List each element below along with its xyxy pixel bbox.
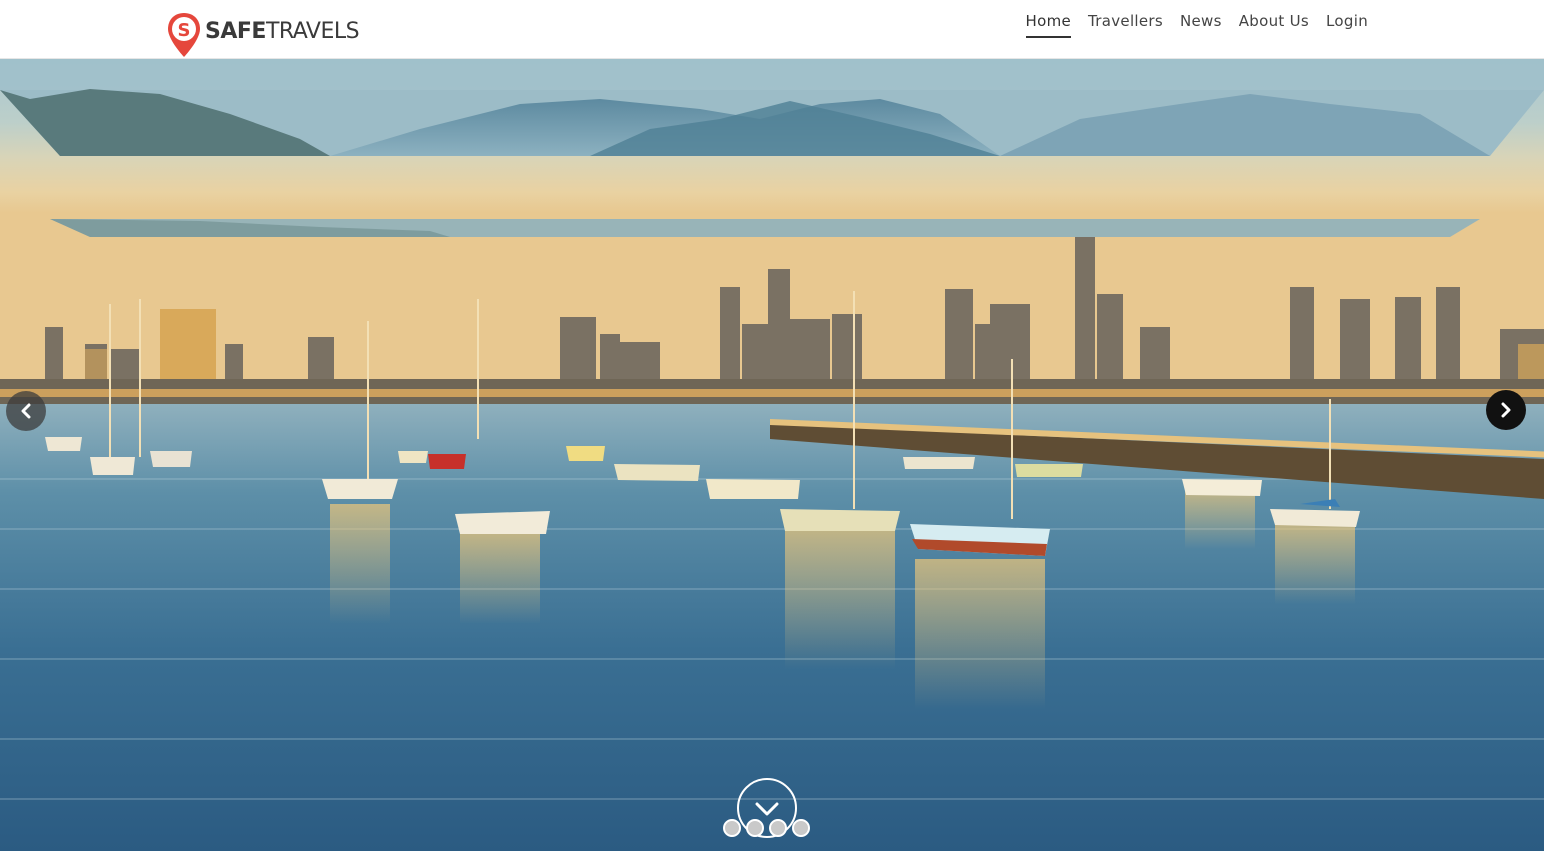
- location-pin-icon: S: [168, 13, 200, 57]
- nav-travellers[interactable]: Travellers: [1088, 12, 1163, 38]
- hero-harbour-image: [0, 59, 1544, 851]
- nav-about-us[interactable]: About Us: [1239, 12, 1309, 38]
- chevron-left-icon: [21, 403, 31, 419]
- logo-word-travels: TRAVELS: [265, 19, 360, 44]
- main-nav: Home Travellers News About Us Login: [1009, 12, 1368, 38]
- chevron-right-icon: [1501, 402, 1511, 418]
- chevron-down-icon: [755, 802, 779, 816]
- carousel-dot-1[interactable]: [723, 819, 741, 837]
- top-navbar: S SAFETRAVELS Home Travellers News About…: [0, 0, 1544, 59]
- carousel-dot-4[interactable]: [792, 819, 810, 837]
- hero-carousel: [0, 59, 1544, 851]
- nav-home[interactable]: Home: [1025, 12, 1072, 38]
- nav-news[interactable]: News: [1180, 12, 1222, 38]
- svg-text:S: S: [178, 20, 191, 41]
- carousel-dot-2[interactable]: [746, 819, 764, 837]
- carousel-dot-3[interactable]: [769, 819, 787, 837]
- logo-wordmark: SAFETRAVELS: [205, 19, 360, 44]
- logo-word-safe: SAFE: [205, 19, 266, 44]
- site-logo[interactable]: S SAFETRAVELS: [166, 11, 360, 59]
- carousel-indicators: [723, 819, 810, 837]
- nav-login[interactable]: Login: [1326, 12, 1368, 38]
- carousel-next-button[interactable]: [1486, 390, 1526, 430]
- carousel-prev-button[interactable]: [6, 391, 46, 431]
